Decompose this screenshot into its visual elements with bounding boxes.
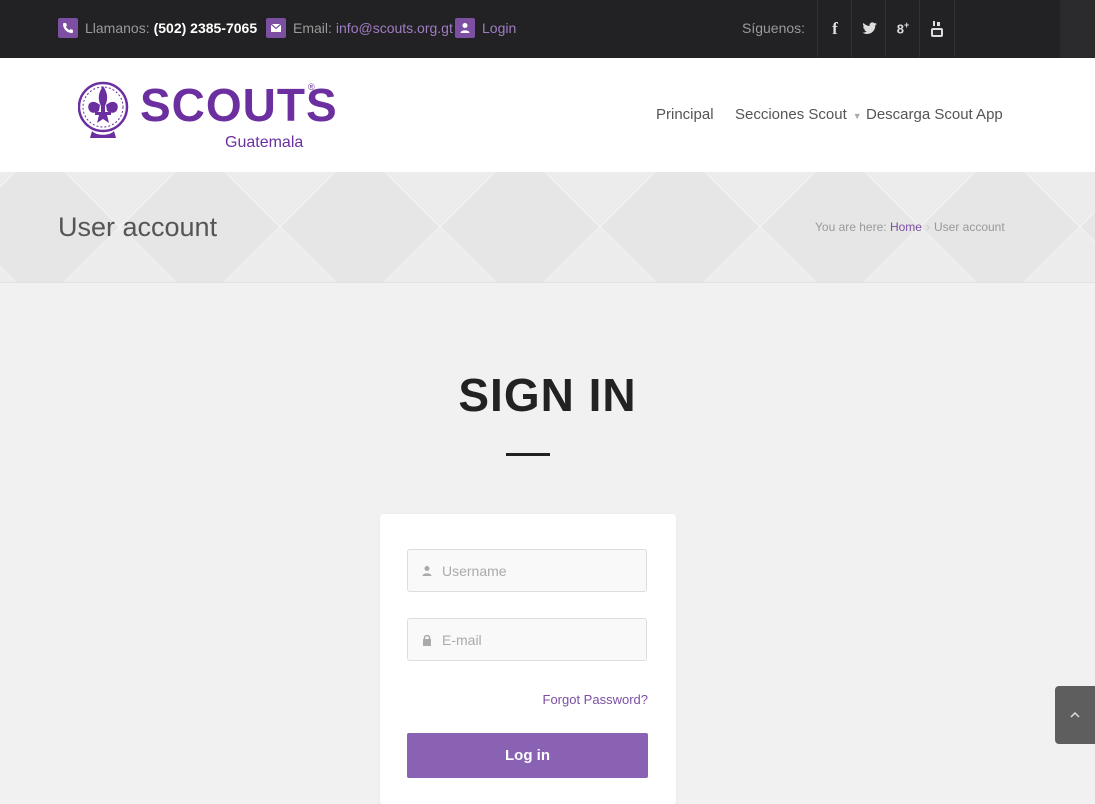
scouts-logo[interactable]: SCOUTS ® Guatemala bbox=[78, 78, 337, 158]
breadcrumb-prefix: You are here: bbox=[815, 220, 887, 234]
breadcrumb: You are here: Home › User account bbox=[815, 220, 1005, 234]
follow-label: Síguenos: bbox=[742, 20, 806, 36]
nav-label: Secciones Scout bbox=[735, 106, 847, 123]
fleur-de-lis-icon bbox=[78, 81, 129, 138]
username-input[interactable] bbox=[440, 561, 634, 580]
user-icon bbox=[455, 18, 475, 38]
lock-icon bbox=[420, 634, 434, 646]
page-title: User account bbox=[58, 212, 218, 242]
nav-item-principal[interactable]: Principal bbox=[656, 106, 714, 123]
nav-label: Descarga Scout App bbox=[866, 106, 1003, 123]
login-label: Login bbox=[482, 20, 517, 36]
phone-number: (502) 2385-7065 bbox=[153, 20, 258, 36]
email-link[interactable]: info@scouts.org.gt bbox=[336, 20, 453, 36]
email-field[interactable] bbox=[407, 618, 647, 661]
youtube-icon[interactable] bbox=[919, 0, 955, 57]
twitter-icon[interactable] bbox=[851, 0, 886, 57]
site-header: SCOUTS ® Guatemala Principal Secciones S… bbox=[0, 58, 1095, 172]
phone-icon bbox=[58, 18, 78, 38]
breadcrumb-separator: › bbox=[925, 220, 930, 234]
nav-item-secciones[interactable]: Secciones Scout ▼ bbox=[735, 106, 862, 123]
phone-label: Llamanos: bbox=[85, 20, 150, 36]
logo-registered-mark: ® bbox=[308, 82, 315, 92]
envelope-icon bbox=[266, 18, 286, 38]
email-contact: Email: info@scouts.org.gt bbox=[266, 16, 453, 40]
facebook-icon[interactable]: f bbox=[817, 0, 852, 57]
username-field[interactable] bbox=[407, 549, 647, 592]
login-form-card: Forgot Password? Log in bbox=[380, 514, 676, 804]
google-plus-icon[interactable]: 8+ bbox=[885, 0, 920, 57]
chevron-up-icon bbox=[1070, 712, 1080, 718]
email-label: Email: bbox=[293, 20, 332, 36]
logo-subtitle: Guatemala bbox=[225, 134, 304, 151]
login-button[interactable]: Log in bbox=[407, 733, 648, 778]
login-link[interactable]: Login bbox=[455, 16, 516, 40]
signin-heading: SIGN IN bbox=[458, 369, 637, 421]
nav-label: Principal bbox=[656, 106, 714, 123]
user-icon bbox=[420, 565, 434, 577]
top-bar: Llamanos: (502) 2385-7065 Email: info@sc… bbox=[0, 0, 1095, 59]
breadcrumb-home-link[interactable]: Home bbox=[890, 220, 922, 234]
top-bar-inner: Llamanos: (502) 2385-7065 Email: info@sc… bbox=[0, 0, 1060, 59]
page-title-bar: User account You are here: Home › User acc… bbox=[0, 172, 1095, 283]
phone-contact: Llamanos: (502) 2385-7065 bbox=[58, 16, 257, 40]
email-input[interactable] bbox=[440, 630, 634, 649]
forgot-password-link[interactable]: Forgot Password? bbox=[380, 692, 649, 707]
scroll-to-top-button[interactable] bbox=[1055, 686, 1095, 744]
heading-divider bbox=[506, 453, 550, 456]
breadcrumb-current: User account bbox=[933, 220, 1005, 234]
nav-item-descarga[interactable]: Descarga Scout App bbox=[866, 106, 1003, 123]
chevron-down-icon: ▼ bbox=[852, 111, 862, 121]
